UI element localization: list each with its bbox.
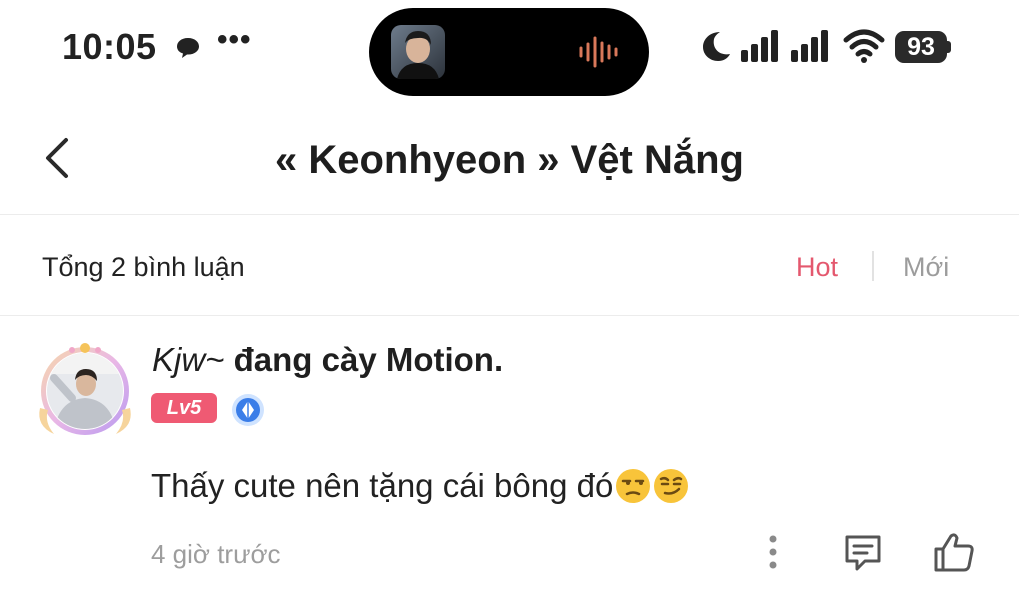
comment-author[interactable]: Kjw~ đang cày Motion.	[152, 341, 503, 379]
comments-summary: Tổng 2 bình luận Hot Mới	[0, 215, 1019, 316]
level-badge: Lv5	[151, 393, 217, 423]
battery-level: 93	[895, 31, 947, 63]
signal-icon	[741, 30, 778, 62]
moon-icon	[703, 32, 730, 61]
unamused-face-icon	[616, 469, 651, 503]
comment-count: Tổng 2 bình luận	[42, 252, 245, 282]
page-title: « Keonhyeon » Vệt Nắng	[275, 138, 744, 182]
status-time: 10:05	[62, 26, 157, 67]
more-vertical-icon[interactable]	[760, 530, 786, 574]
diamond-badge-icon	[232, 394, 264, 426]
battery-icon	[947, 41, 951, 53]
now-playing-artwork	[391, 25, 445, 79]
comment-text: Thấy cute nên tặng cái bông đó	[151, 467, 614, 504]
sort-divider	[872, 251, 874, 281]
wifi-icon	[843, 29, 885, 63]
author-status: đang cày Motion.	[233, 341, 504, 378]
avatar[interactable]	[34, 338, 136, 440]
page-header: « Keonhyeon » Vệt Nắng	[0, 112, 1019, 215]
signal-icon	[791, 30, 828, 62]
dynamic-island[interactable]	[369, 8, 649, 96]
chat-bubble-icon	[177, 38, 199, 58]
author-nickname: Kjw~	[152, 341, 225, 378]
voice-wave-icon	[579, 36, 618, 68]
reply-comment-icon[interactable]	[842, 532, 884, 574]
thumbs-up-icon[interactable]	[932, 530, 976, 574]
comment-body: Thấy cute nên tặng cái bông đó	[151, 467, 689, 505]
status-bar: 10:05 ••• 93	[0, 0, 1019, 100]
comment-timestamp: 4 giờ trước	[151, 539, 281, 569]
sort-new-tab[interactable]: Mới	[903, 252, 949, 283]
smirking-face-icon	[654, 469, 689, 503]
more-dots: •••	[217, 23, 252, 56]
sort-hot-tab[interactable]: Hot	[796, 252, 838, 283]
